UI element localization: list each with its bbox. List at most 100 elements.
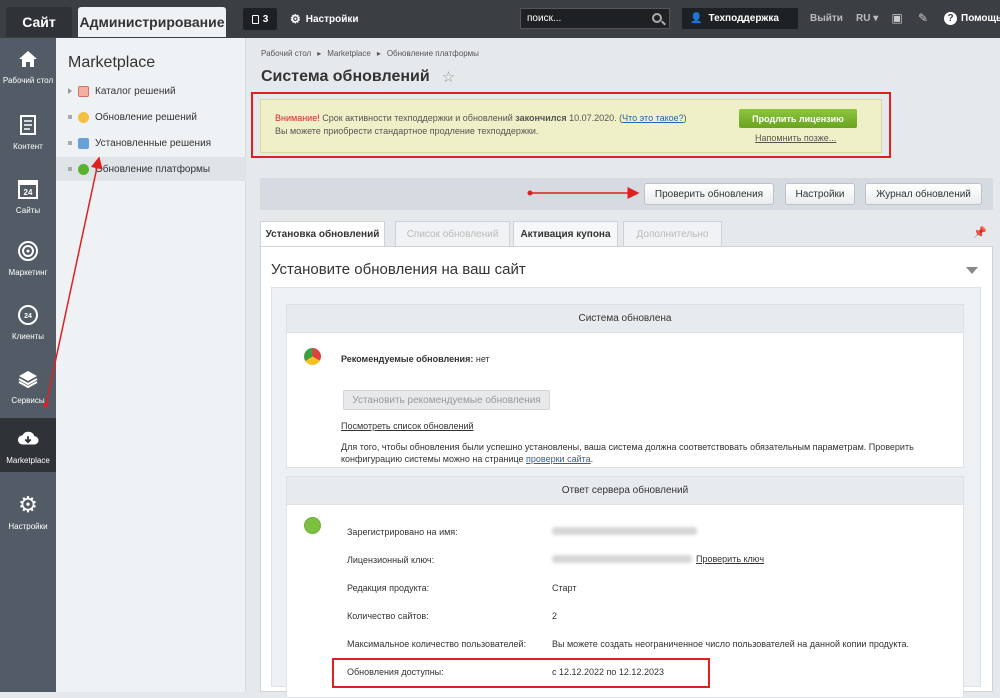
tab-administration[interactable]: Администрирование: [78, 7, 226, 37]
license-key-label: Лицензионный ключ:: [347, 555, 435, 565]
sidebar-title: Marketplace: [68, 54, 156, 71]
nav-item-settings[interactable]: ⚙ Настройки: [0, 484, 56, 546]
breadcrumb-item[interactable]: Marketplace: [327, 49, 371, 58]
nav-item-sites[interactable]: 24 Сайты: [0, 168, 56, 230]
pin-icon[interactable]: ✎: [916, 11, 930, 25]
target-icon: [17, 240, 39, 262]
renew-license-button[interactable]: Продлить лицензию: [739, 109, 857, 128]
edition-value: Старт: [552, 583, 577, 593]
favorite-star-icon[interactable]: ☆: [442, 68, 455, 86]
nav-item-clients[interactable]: 24 Клиенты: [0, 294, 56, 356]
sidebar-item-platform-update[interactable]: Обновление платформы: [56, 157, 246, 181]
nav-item-marketplace[interactable]: Marketplace: [0, 418, 56, 472]
nav-label: Сайты: [15, 206, 41, 215]
svg-text:24: 24: [24, 313, 32, 320]
language-label: RU: [856, 13, 871, 24]
user-name: Техподдержка: [708, 13, 779, 24]
tab-site[interactable]: Сайт: [6, 7, 72, 37]
warning-text-part: Срок активности техподдержки и обновлени…: [319, 113, 516, 123]
sites-count-label: Количество сайтов:: [347, 611, 429, 621]
breadcrumb-item[interactable]: Рабочий стол: [261, 49, 311, 58]
nav-label: Маркетинг: [8, 268, 48, 277]
collapse-icon[interactable]: [966, 267, 978, 274]
license-key-value-blurred: [552, 555, 692, 565]
top-settings-button[interactable]: ⚙ Настройки: [290, 12, 359, 26]
language-selector[interactable]: RU ▾: [856, 13, 878, 24]
nav-item-content[interactable]: Контент: [0, 104, 56, 166]
max-users-label: Максимальное количество пользователей:: [347, 639, 527, 649]
search-input[interactable]: [520, 8, 670, 29]
annotation-highlight: [332, 658, 710, 688]
nav-label: Рабочий стол: [2, 76, 54, 85]
search-icon[interactable]: [652, 13, 662, 23]
recommended-label: Рекомендуемые обновления:: [341, 354, 474, 364]
settings-button[interactable]: Настройки: [785, 183, 855, 205]
window-icon[interactable]: ▣: [890, 11, 904, 25]
sites-count-value: 2: [552, 611, 558, 621]
help-button[interactable]: ? Помощь: [944, 12, 1000, 25]
document-icon: [17, 114, 39, 136]
user-menu[interactable]: 👤 Техподдержка: [682, 8, 798, 29]
check-key-link[interactable]: Проверить ключ: [696, 554, 764, 564]
site-check-link[interactable]: проверки сайта: [526, 454, 591, 464]
remind-later-link[interactable]: Напомнить позже...: [755, 133, 836, 143]
registered-value-blurred: [552, 527, 697, 537]
download-icon: [78, 163, 89, 175]
what-is-this-link[interactable]: Что это такое?: [622, 113, 684, 123]
requirements-end: .: [590, 454, 594, 464]
expand-icon[interactable]: [68, 88, 72, 94]
breadcrumb-separator: ▸: [376, 49, 381, 58]
logout-link[interactable]: Выйти: [810, 13, 843, 24]
main-content: Рабочий стол ▸ Marketplace ▸ Обновление пл…: [246, 38, 1000, 698]
layers-icon: [17, 368, 39, 390]
system-status-box: Система обновлена Рекомендуемые обновлен…: [286, 304, 964, 468]
sidebar-item-label: Каталог решений: [95, 85, 176, 97]
top-bar: Сайт Администрирование: [0, 0, 1000, 38]
panel-inner: Система обновлена Рекомендуемые обновлен…: [271, 287, 981, 698]
download-icon: [304, 517, 321, 534]
install-recommended-button[interactable]: Установить рекомендуемые обновления: [343, 390, 550, 410]
update-log-button[interactable]: Журнал обновлений: [865, 183, 982, 205]
sidebar-item-solution-updates[interactable]: Обновление решений: [56, 105, 246, 129]
nav-label: Клиенты: [11, 332, 45, 341]
sidebar: Marketplace Каталог решений Обновление р…: [56, 38, 246, 692]
gear-icon: ⚙: [290, 12, 301, 26]
sidebar-item-catalog[interactable]: Каталог решений: [56, 79, 246, 103]
panel-title: Установите обновления на ваш сайт: [271, 261, 526, 278]
tab-update-list[interactable]: Список обновлений: [395, 221, 510, 246]
catalog-icon: [78, 85, 89, 97]
nav-label: Контент: [13, 142, 43, 151]
clients-icon: 24: [17, 304, 39, 326]
page-title-row: Система обновлений ☆: [261, 68, 455, 86]
user-icon: 👤: [690, 13, 703, 24]
home-icon: [17, 48, 39, 70]
tab-coupon-activation[interactable]: Активация купона: [513, 221, 618, 246]
updates-status-icon: [304, 348, 321, 365]
nav-label: Настройки: [8, 522, 48, 531]
warning-subtext: Вы можете приобрести стандартное продлен…: [275, 126, 539, 136]
calendar-icon: 24: [17, 178, 39, 200]
requirements-desc: Для того, чтобы обновления были успешно …: [341, 442, 914, 464]
check-updates-button[interactable]: Проверить обновления: [644, 183, 774, 205]
toolbar: Проверить обновления Настройки Журнал об…: [260, 178, 993, 210]
sidebar-item-label: Установленные решения: [95, 137, 212, 149]
cloud-download-icon: [17, 428, 39, 450]
notifications-button[interactable]: 3: [243, 8, 277, 30]
sidebar-item-installed[interactable]: Установленные решения: [56, 131, 246, 155]
pin-icon[interactable]: 📌: [973, 226, 987, 239]
nav-item-marketing[interactable]: Маркетинг: [0, 230, 56, 292]
tab-additional[interactable]: Дополнительно: [623, 221, 722, 246]
view-update-list-link[interactable]: Посмотреть список обновлений: [341, 421, 474, 431]
warning-date: 10.07.2020. (: [566, 113, 623, 123]
breadcrumb-item[interactable]: Обновление платформы: [387, 49, 479, 58]
nav-item-desktop[interactable]: Рабочий стол: [0, 38, 56, 100]
tab-install-updates[interactable]: Установка обновлений: [260, 221, 385, 246]
nav-item-services[interactable]: Сервисы: [0, 358, 56, 420]
nav-label: Сервисы: [11, 396, 45, 405]
system-status-header: Система обновлена: [287, 305, 963, 333]
bullet-icon: [68, 167, 72, 171]
page-title: Система обновлений: [261, 68, 430, 85]
notifications-count: 3: [262, 13, 269, 25]
package-icon: [78, 137, 89, 149]
top-settings-label: Настройки: [305, 13, 359, 25]
